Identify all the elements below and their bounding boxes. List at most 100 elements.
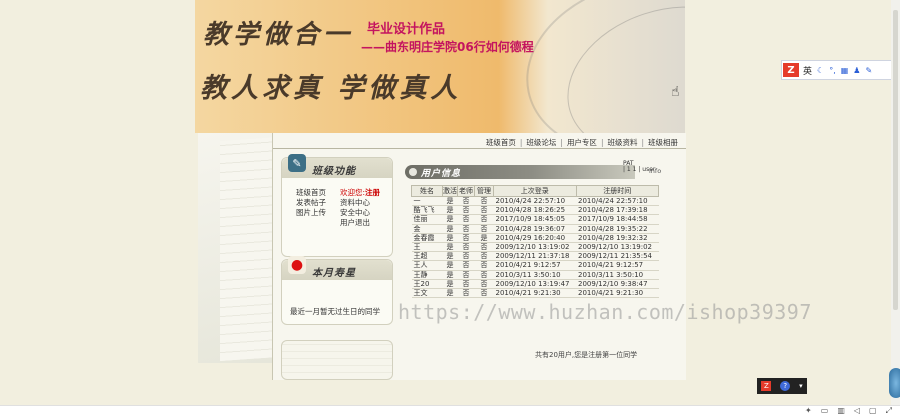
nav-item-user-zone[interactable]: 用户专区 — [563, 137, 601, 148]
cell-last-login: 2010/4/29 16:20:40 — [493, 233, 576, 243]
table-header-row: 姓名 激活 老师 管理 上次登录 注册时间 — [411, 185, 659, 197]
cell-last-login: 2010/4/28 18:26:25 — [493, 205, 576, 216]
cell-teacher: 否 — [457, 205, 475, 216]
cell-active: 是 — [442, 288, 458, 299]
banner-calligraphy-line1: 教学做合一 — [203, 20, 354, 50]
cell-register-time: 2010/4/24 22:57:10 — [576, 196, 659, 207]
nav-item-home[interactable]: 班级首页 — [482, 137, 520, 148]
scrollbar-thumb[interactable] — [893, 10, 898, 310]
col-header-active: 激活 — [442, 185, 458, 197]
balloon-icon: ● — [288, 256, 306, 274]
punctuation-icon[interactable]: °, — [829, 66, 836, 75]
cell-admin: 否 — [474, 251, 494, 262]
table-row: 佳丽是否否 2017/10/9 18:45:05 2017/10/9 18:44:5… — [411, 214, 659, 225]
table-row: 王超是否否 2009/12/11 21:37:18 2009/12/11 21:35… — [411, 251, 659, 262]
cell-active: 是 — [442, 279, 458, 289]
table-row: 一是否否 2010/4/24 22:57:10 2010/4/24 22:57:10 — [411, 196, 659, 207]
table-row: 王人是否否 2010/4/21 9:12:57 2010/4/21 9:12:57 — [411, 260, 659, 271]
fullscreen-icon[interactable]: ⤢ — [886, 406, 892, 416]
cell-name: 佳丽 — [411, 214, 443, 225]
cell-teacher: 否 — [457, 242, 475, 253]
cell-name: 金 — [411, 224, 443, 234]
cell-teacher: 否 — [457, 270, 475, 280]
wrench-icon[interactable]: ✎ — [865, 66, 872, 75]
banner-calligraphy-line2: 教人求真 学做真人 — [200, 73, 462, 104]
cell-teacher: 否 — [457, 214, 475, 225]
link-post-topic[interactable]: 发表帖子 — [296, 198, 342, 208]
help-icon[interactable]: ? — [780, 381, 791, 391]
dropdown-arrow-icon[interactable]: ▾ — [799, 382, 803, 390]
cell-last-login: 2010/4/21 9:12:57 — [493, 260, 576, 271]
col-header-admin: 管理 — [474, 185, 494, 197]
nav-item-forum[interactable]: 班级论坛 — [522, 137, 560, 148]
box-header: ✎ 班级功能 — [282, 154, 392, 178]
box-header: ● 本月寿星 — [282, 256, 392, 280]
volume-icon[interactable]: ◁ — [854, 406, 860, 416]
ime-logo-icon[interactable]: Z — [783, 63, 799, 77]
cell-active: 是 — [442, 205, 458, 216]
link-logout[interactable]: 用户退出 — [340, 218, 386, 228]
trash-icon[interactable]: ▥ — [837, 406, 845, 416]
user-stat-line: 共有20用户,您是注册第一位同学 — [535, 351, 638, 359]
col-header-name: 姓名 — [411, 185, 443, 197]
link-resource-center[interactable]: 资料中心 — [340, 198, 386, 208]
moon-icon[interactable]: ☾ — [817, 66, 824, 75]
cell-last-login: 2009/12/11 21:37:18 — [493, 251, 576, 262]
cell-name: 酷飞飞 — [411, 205, 443, 216]
welcome-text: 欢迎您: — [340, 188, 366, 197]
app-logo-icon[interactable]: Z — [761, 381, 772, 391]
table-row: 酷飞飞是否否 2010/4/28 18:26:25 2010/4/28 17:39:… — [411, 205, 659, 216]
watermark-text: https://www.huzhan.com/ishop39397 — [398, 300, 812, 324]
cell-teacher: 否 — [457, 288, 475, 299]
tray-widget[interactable]: Z ? ▾ — [757, 378, 807, 394]
cell-teacher: 否 — [457, 251, 475, 262]
link-class-home[interactable]: 班级首页 — [296, 188, 342, 198]
cell-active: 是 — [442, 224, 458, 234]
table-row: 金是否否 2010/4/28 19:36:07 2010/4/28 19:35:22 — [411, 224, 659, 234]
link-security-center[interactable]: 安全中心 — [340, 208, 386, 218]
bullet-icon — [409, 168, 417, 176]
cell-register-time: 2010/4/21 9:12:57 — [576, 260, 659, 271]
pin-icon[interactable]: ✦ — [805, 406, 812, 416]
empty-box — [281, 340, 393, 380]
cell-register-time: 2010/4/28 19:32:32 — [576, 233, 659, 243]
person-icon[interactable]: ♟ — [853, 66, 860, 75]
box-title: 班级功能 — [312, 166, 356, 177]
hand-cursor-icon: ☝ — [671, 84, 680, 100]
cell-register-time: 2010/4/21 9:21:30 — [576, 288, 659, 299]
nav-item-album[interactable]: 班级相册 — [644, 137, 682, 148]
panel-title: 用户信息 — [421, 169, 462, 179]
table-row: 王静是否否 2010/3/11 3:50:10 2010/3/11 3:50:10 — [411, 270, 659, 280]
cell-name: 王人 — [411, 260, 443, 271]
cell-admin: 否 — [474, 260, 494, 271]
screen-icon[interactable]: ▢ — [869, 406, 877, 416]
window-icon[interactable]: ▭ — [821, 406, 829, 416]
cell-teacher: 否 — [457, 224, 475, 234]
cell-admin: 否 — [474, 288, 494, 299]
ime-language-toggle[interactable]: 英 — [803, 64, 812, 77]
user-table: 姓名 激活 老师 管理 上次登录 注册时间 一是否否 2010/4/24 22:5… — [411, 185, 659, 299]
cell-active: 是 — [442, 251, 458, 262]
cell-admin: 否 — [474, 224, 494, 234]
cell-last-login: 2010/3/11 3:50:10 — [493, 270, 576, 280]
cell-last-login: 2010/4/21 9:21:30 — [493, 288, 576, 299]
nav-item-resources[interactable]: 班级资料 — [603, 137, 641, 148]
header-banner: 教学做合一 教人求真 学做真人 毕业设计作品 ——曲东明庄学院06行如何德程 ☝ — [195, 0, 685, 133]
cell-active: 是 — [442, 214, 458, 225]
cell-register-time: 2009/12/11 21:35:54 — [576, 251, 659, 262]
edit-note-icon: ✎ — [288, 154, 306, 172]
cell-name: 王 — [411, 242, 443, 253]
cell-last-login: 2010/4/24 22:57:10 — [493, 196, 576, 207]
keyboard-icon[interactable]: ▦ — [841, 66, 849, 75]
cell-active: 是 — [442, 196, 458, 207]
cell-admin: 否 — [474, 214, 494, 225]
cell-teacher: 否 — [457, 260, 475, 271]
birthday-box: ● 本月寿星 最近一月暂无过生日的同学 — [281, 256, 393, 325]
ime-toolbar[interactable]: Z 英 ☾ °, ▦ ♟ ✎ — [781, 60, 893, 80]
table-row: 王文是否否 2010/4/21 9:21:30 2010/4/21 9:21:30 — [411, 288, 659, 299]
vertical-scrollbar[interactable] — [891, 0, 900, 405]
register-link[interactable]: 注册 — [365, 188, 380, 197]
link-upload-image[interactable]: 图片上传 — [296, 208, 342, 218]
col-header-last-login: 上次登录 — [493, 185, 577, 197]
cell-active: 是 — [442, 270, 458, 280]
